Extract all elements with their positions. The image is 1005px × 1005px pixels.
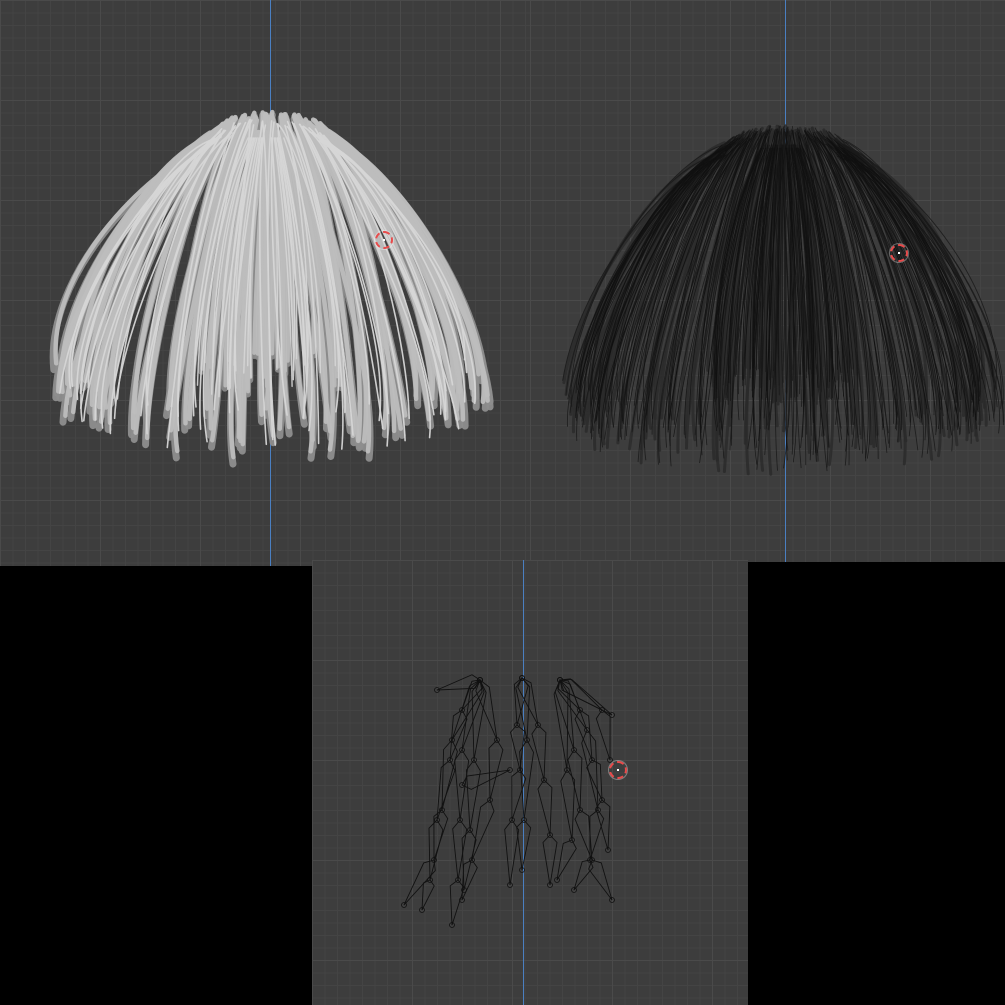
bone[interactable] <box>574 809 593 861</box>
bone[interactable] <box>441 739 458 811</box>
bone[interactable] <box>531 724 547 781</box>
hair-mesh-solid[interactable] <box>0 0 530 566</box>
bone[interactable] <box>488 739 504 801</box>
bone[interactable] <box>428 819 444 881</box>
bone[interactable] <box>436 674 481 691</box>
bone[interactable] <box>559 678 603 711</box>
3d-cursor-icon[interactable] <box>890 244 908 262</box>
bone[interactable] <box>421 879 435 911</box>
viewport-solid[interactable] <box>0 0 530 566</box>
bone[interactable] <box>471 799 495 861</box>
bone[interactable] <box>537 779 553 836</box>
hair-mesh-wireframe[interactable] <box>530 0 1005 562</box>
viewport-armature[interactable] <box>312 560 748 1005</box>
bone[interactable] <box>516 819 532 871</box>
bone[interactable] <box>461 769 511 790</box>
3d-cursor-icon[interactable] <box>375 231 393 249</box>
viewport-wireframe[interactable] <box>530 0 1005 562</box>
hair-armature[interactable] <box>312 560 748 1005</box>
bone[interactable] <box>556 839 577 881</box>
bone[interactable] <box>542 834 558 886</box>
bone[interactable] <box>513 677 529 726</box>
bone[interactable] <box>589 809 605 861</box>
3d-cursor-icon[interactable] <box>609 761 627 779</box>
bone[interactable] <box>595 709 611 761</box>
bone[interactable] <box>452 819 468 881</box>
